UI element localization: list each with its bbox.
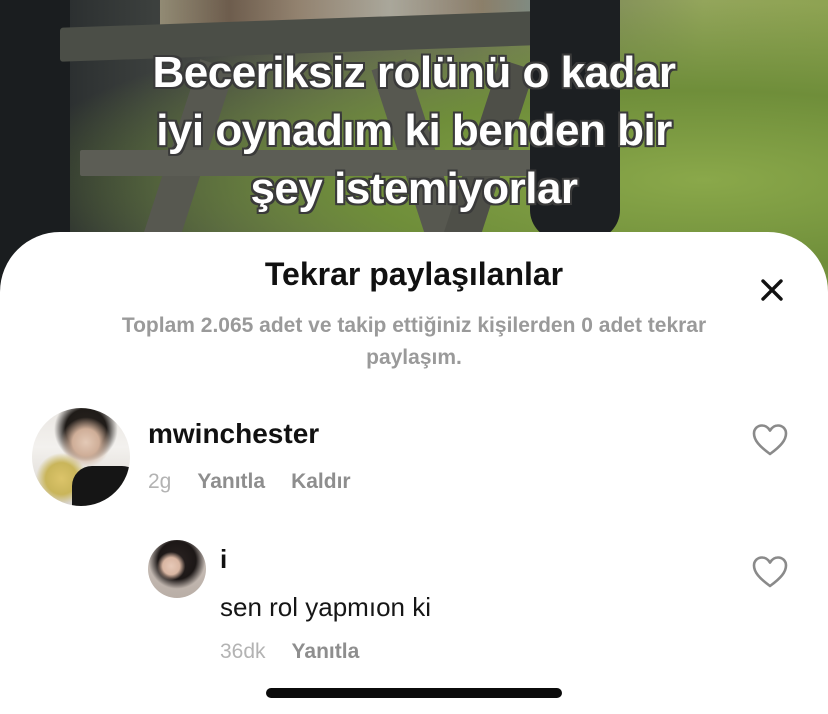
comment-username[interactable]: i bbox=[220, 544, 227, 575]
comment-username[interactable]: mwinchester bbox=[148, 418, 319, 450]
like-button[interactable] bbox=[748, 550, 792, 594]
caption-line: iyi oynadım ki benden bir bbox=[156, 106, 672, 155]
avatar-shirt bbox=[72, 466, 130, 506]
avatar[interactable] bbox=[32, 408, 130, 506]
sheet-title: Tekrar paylaşılanlar bbox=[264, 256, 564, 292]
reply-button[interactable]: Yanıtla bbox=[292, 640, 360, 664]
heart-outline-icon bbox=[752, 424, 788, 456]
like-button[interactable] bbox=[748, 418, 792, 462]
comment-meta: 2g Yanıtla Kaldır bbox=[148, 470, 351, 494]
heart-outline-icon bbox=[752, 556, 788, 588]
reply-button[interactable]: Yanıtla bbox=[197, 470, 265, 494]
home-indicator[interactable] bbox=[266, 688, 562, 698]
caption-line: Beceriksiz rolünü o kadar bbox=[152, 48, 676, 97]
video-caption: Beceriksiz rolünü o kadar iyi oynadım ki… bbox=[80, 44, 748, 218]
comment-text: sen rol yapmıon ki bbox=[220, 592, 431, 622]
comment-time: 2g bbox=[148, 470, 172, 493]
avatar[interactable] bbox=[148, 540, 206, 598]
close-button[interactable] bbox=[750, 268, 794, 312]
close-icon bbox=[761, 279, 783, 301]
comment-meta: 36dk Yanıtla bbox=[220, 640, 359, 664]
remove-button[interactable]: Kaldır bbox=[291, 470, 351, 494]
reposts-sheet: Tekrar paylaşılanlar Toplam 2.065 adet v… bbox=[0, 232, 828, 714]
reposts-summary: Toplam 2.065 adet ve takip ettiğiniz kiş… bbox=[121, 314, 707, 369]
caption-line: şey istemiyorlar bbox=[250, 164, 578, 213]
comment-time: 36dk bbox=[220, 640, 266, 663]
